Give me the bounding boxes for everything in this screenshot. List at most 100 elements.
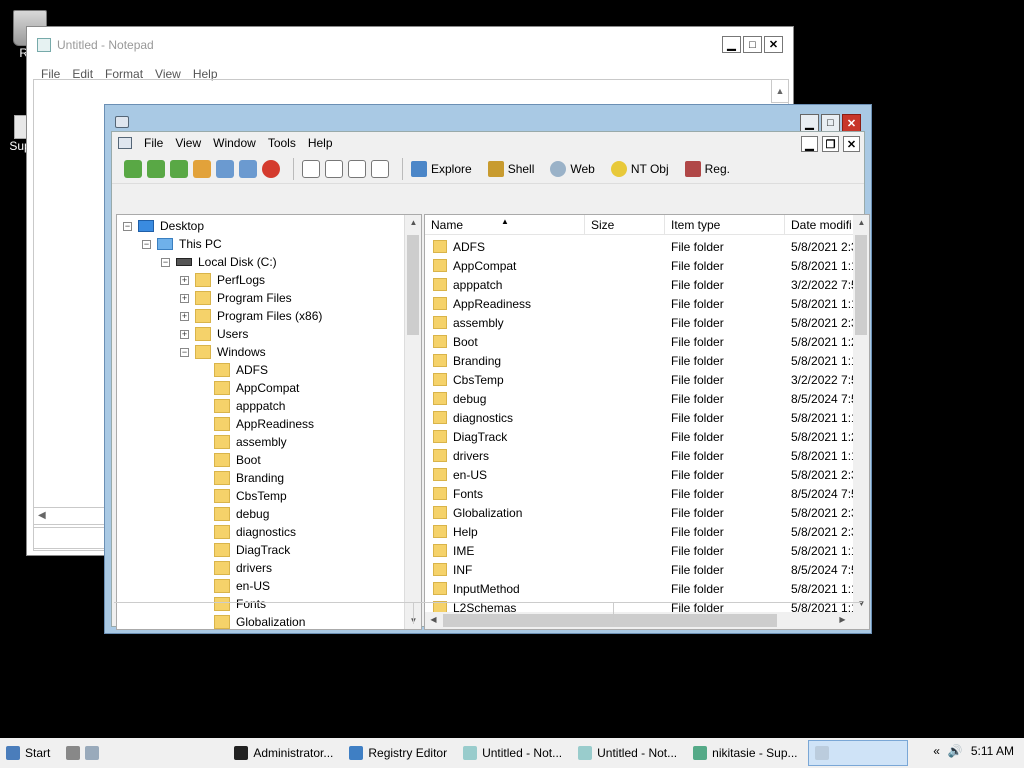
tray-expand-icon[interactable]: «	[933, 744, 940, 758]
list-item[interactable]: en-US File folder 5/8/2021 2:3	[425, 465, 855, 484]
close-button[interactable]: ✕	[842, 114, 861, 132]
stop-icon[interactable]	[262, 159, 280, 178]
search-icon[interactable]	[216, 159, 234, 178]
tree-item[interactable]: − Local Disk (C:)	[161, 253, 277, 271]
registry-editor-window[interactable]: ▁ □ ✕ File View Window Tools Help ▁ ❐ ✕	[104, 104, 872, 634]
tree-item[interactable]: assembly	[199, 433, 287, 451]
back-arrow-icon[interactable]	[124, 159, 142, 178]
tree-item[interactable]: DiagTrack	[199, 541, 290, 559]
collapse-icon[interactable]: −	[161, 257, 170, 267]
expand-icon[interactable]: +	[180, 329, 189, 339]
view-small-icons-icon[interactable]	[325, 159, 343, 178]
clock[interactable]: 5:11 AM	[971, 744, 1014, 758]
explorer-quicklaunch-icon[interactable]	[85, 746, 100, 760]
column-date-modified[interactable]: Date modifi	[785, 215, 855, 235]
list-item[interactable]: Fonts File folder 8/5/2024 7:5	[425, 484, 855, 503]
show-desktop-icon[interactable]	[66, 746, 81, 760]
folder-tree[interactable]: − Desktop − This PC − Local Disk (C:) + PerfLog…	[116, 214, 422, 630]
list-item[interactable]: Branding File folder 5/8/2021 1:1	[425, 351, 855, 370]
list-vertical-scrollbar[interactable]: ▲ ▼	[853, 215, 869, 612]
list-item[interactable]: diagnostics File folder 5/8/2021 1:1	[425, 408, 855, 427]
list-item[interactable]: debug File folder 8/5/2024 7:5	[425, 389, 855, 408]
scroll-up-icon[interactable]: ▲	[853, 215, 869, 231]
forward-arrow-icon[interactable]	[147, 159, 165, 178]
tree-item[interactable]: − This PC	[142, 235, 222, 253]
taskbar-button[interactable]: Registry Editor	[343, 740, 453, 766]
list-item[interactable]: apppatch File folder 3/2/2022 7:5	[425, 275, 855, 294]
tree-item[interactable]: ADFS	[199, 361, 268, 379]
collapse-icon[interactable]: −	[123, 221, 132, 231]
list-item[interactable]: DiagTrack File folder 5/8/2021 1:2	[425, 427, 855, 446]
tree-item[interactable]: diagnostics	[199, 523, 296, 541]
nt-obj-button[interactable]: NT Obj	[610, 160, 669, 177]
expand-icon[interactable]: +	[180, 311, 189, 321]
taskbar-button[interactable]: Untitled - Not...	[572, 740, 683, 766]
child-restore-button[interactable]: ❐	[822, 136, 839, 152]
column-item-type[interactable]: Item type	[665, 215, 785, 235]
maximize-button[interactable]: □	[821, 114, 840, 132]
expand-icon[interactable]: +	[180, 275, 189, 285]
view-details-icon[interactable]	[371, 159, 389, 178]
list-item[interactable]: Globalization File folder 5/8/2021 2:3	[425, 503, 855, 522]
up-arrow-icon[interactable]	[170, 159, 188, 178]
tree-vertical-scrollbar[interactable]: ▲ ▼	[404, 215, 421, 629]
collapse-icon[interactable]: −	[142, 239, 151, 249]
shell-button[interactable]: Shell	[487, 160, 534, 177]
expand-icon[interactable]: +	[180, 293, 189, 303]
notepad-titlebar[interactable]: Untitled - Notepad	[27, 27, 793, 63]
active-task-button[interactable]	[807, 740, 908, 766]
minimize-button[interactable]: ▁	[722, 36, 741, 53]
tree-item[interactable]: AppCompat	[199, 379, 299, 397]
taskbar-button[interactable]: Untitled - Not...	[457, 740, 568, 766]
menu-help[interactable]: Help	[308, 136, 333, 150]
view-large-icons-icon[interactable]	[302, 159, 320, 178]
tree-item[interactable]: + Program Files (x86)	[180, 307, 322, 325]
file-list[interactable]: Name Size Item type Date modifi ▲ ADFS Fi…	[424, 214, 870, 630]
list-item[interactable]: AppReadiness File folder 5/8/2021 1:1	[425, 294, 855, 313]
column-size[interactable]: Size	[585, 215, 665, 235]
tree-item[interactable]: apppatch	[199, 397, 285, 415]
close-button[interactable]: ✕	[764, 36, 783, 53]
minimize-button[interactable]: ▁	[800, 114, 819, 132]
list-item[interactable]: AppCompat File folder 5/8/2021 1:1	[425, 256, 855, 275]
menu-file[interactable]: File	[144, 136, 163, 150]
menu-tools[interactable]: Tools	[268, 136, 296, 150]
list-item[interactable]: Help File folder 5/8/2021 2:3	[425, 522, 855, 541]
notepad-scroll-left-icon[interactable]: ◀	[33, 507, 113, 525]
scroll-up-icon[interactable]: ▲	[405, 215, 421, 231]
list-item[interactable]: CbsTemp File folder 3/2/2022 7:5	[425, 370, 855, 389]
list-item[interactable]: InputMethod File folder 5/8/2021 1:1	[425, 579, 855, 598]
list-item[interactable]: drivers File folder 5/8/2021 1:1	[425, 446, 855, 465]
reg-button[interactable]: Reg.	[684, 160, 730, 177]
menu-window[interactable]: Window	[213, 136, 256, 150]
list-item[interactable]: Boot File folder 5/8/2021 1:2	[425, 332, 855, 351]
list-item[interactable]: ADFS File folder 5/8/2021 2:3	[425, 237, 855, 256]
start-button[interactable]: Start	[0, 740, 56, 766]
tree-item[interactable]: Boot	[199, 451, 261, 469]
tree-item[interactable]: + PerfLogs	[180, 271, 265, 289]
home-icon[interactable]	[193, 159, 211, 178]
tree-item[interactable]: debug	[199, 505, 269, 523]
tree-item[interactable]: − Desktop	[123, 217, 204, 235]
tree-item[interactable]: en-US	[199, 577, 270, 595]
notepad-scroll-up-icon[interactable]: ▲	[771, 79, 789, 103]
view-list-icon[interactable]	[348, 159, 366, 178]
explore-button[interactable]: Explore	[411, 160, 472, 177]
maximize-button[interactable]: □	[743, 36, 762, 53]
child-close-button[interactable]: ✕	[843, 136, 860, 152]
scroll-thumb[interactable]	[407, 235, 419, 335]
tree-item[interactable]: CbsTemp	[199, 487, 287, 505]
child-minimize-button[interactable]: ▁	[801, 136, 818, 152]
tree-item[interactable]: − Windows	[180, 343, 266, 361]
list-item[interactable]: INF File folder 8/5/2024 7:5	[425, 560, 855, 579]
volume-icon[interactable]: 🔊	[948, 744, 963, 758]
tree-item[interactable]: drivers	[199, 559, 272, 577]
refresh-icon[interactable]	[239, 159, 257, 178]
tree-item[interactable]: + Program Files	[180, 289, 292, 307]
tree-item[interactable]: Branding	[199, 469, 284, 487]
menu-view[interactable]: View	[175, 136, 201, 150]
taskbar-button[interactable]: nikitasie - Sup...	[687, 740, 803, 766]
scroll-thumb[interactable]	[855, 235, 867, 335]
tree-item[interactable]: + Users	[180, 325, 248, 343]
web-button[interactable]: Web	[550, 160, 595, 177]
